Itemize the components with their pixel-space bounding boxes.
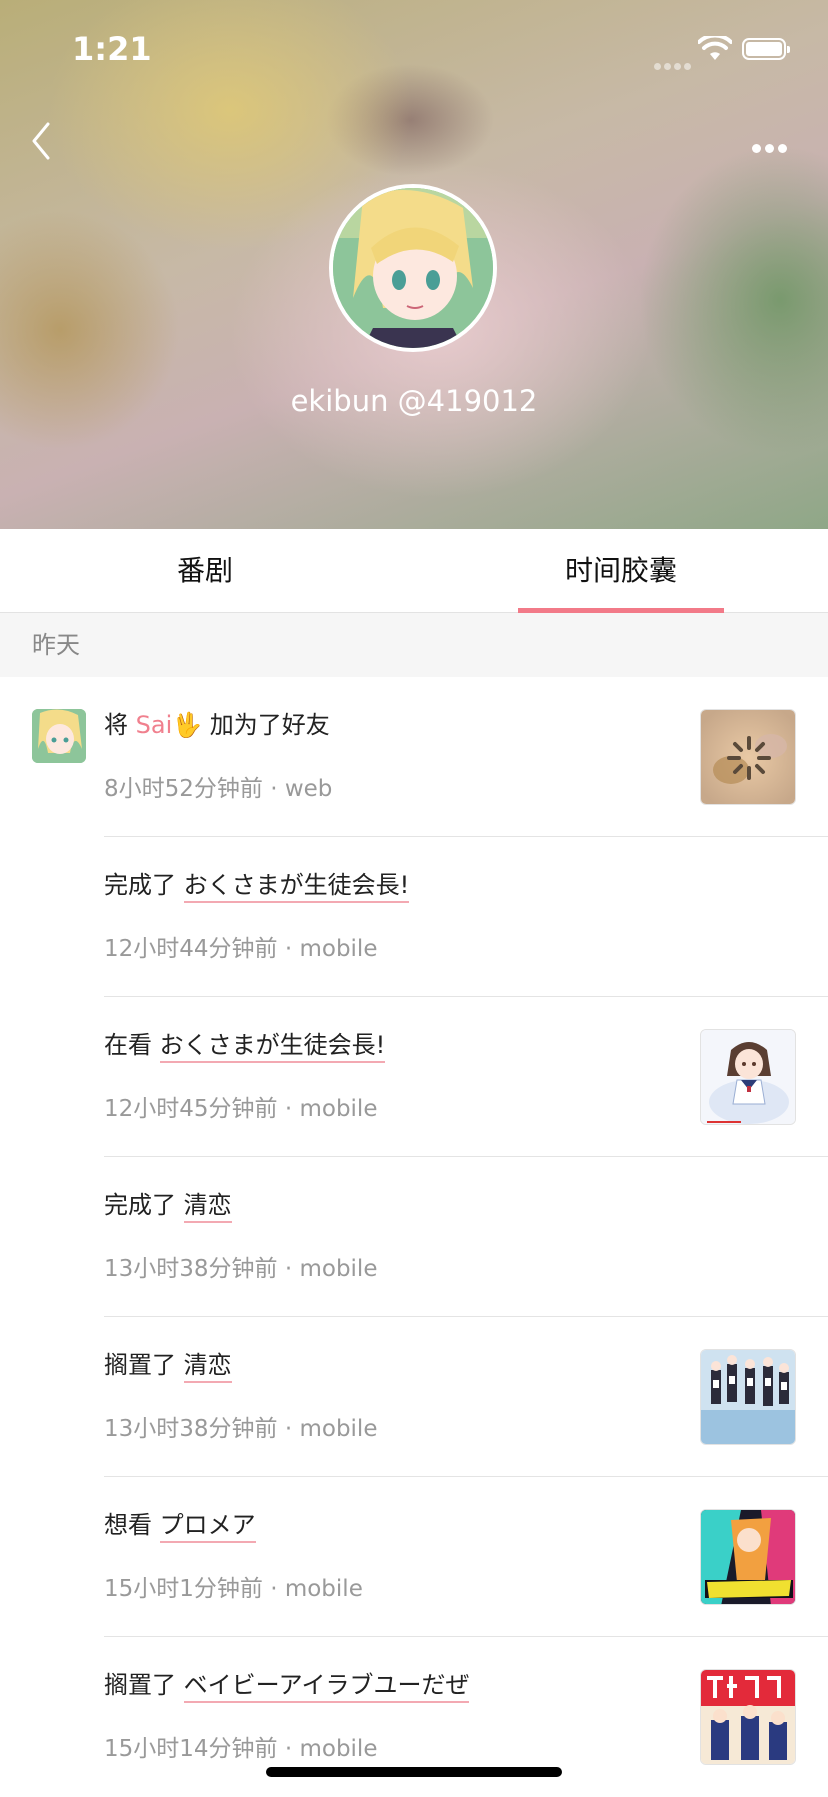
thumbnail[interactable] xyxy=(700,1349,796,1445)
tab-bar: 番剧 时间胶囊 xyxy=(0,529,828,613)
avatar[interactable] xyxy=(32,709,86,763)
timeline-item[interactable]: 在看 おくさまが生徒会長! 12小时45分钟前 · mobile xyxy=(0,997,828,1157)
section-header: 昨天 xyxy=(0,613,828,677)
timeline-item[interactable]: 想看 プロメア 15小时1分钟前 · mobile xyxy=(0,1477,828,1637)
timeline-title: 在看 おくさまが生徒会長! xyxy=(104,1025,386,1063)
timeline-meta: 13小时38分钟前 · mobile xyxy=(104,1256,378,1282)
avatar[interactable] xyxy=(329,184,497,352)
thumbnail[interactable] xyxy=(700,1509,796,1605)
action-text: 想看 xyxy=(104,1511,152,1539)
tab-time-capsule[interactable]: 时间胶囊 xyxy=(518,529,724,613)
status-time: 1:21 xyxy=(72,30,152,68)
home-indicator xyxy=(266,1767,562,1777)
timeline-title: 完成了 おくさまが生徒会長! xyxy=(104,865,410,903)
timeline-title: 搁置了 ベイビーアイラブユーだぜ xyxy=(104,1665,470,1703)
timeline-title: 完成了 清恋 xyxy=(104,1185,232,1223)
subject-link[interactable]: 清恋 xyxy=(183,1351,232,1383)
cellular-signal-icon xyxy=(654,55,694,74)
username: ekibun @419012 xyxy=(290,384,538,418)
timeline-meta: 12小时44分钟前 · mobile xyxy=(104,936,378,962)
subject-link[interactable]: プロメア xyxy=(159,1511,256,1543)
action-text: 搁置了 xyxy=(104,1351,176,1379)
wifi-icon xyxy=(698,36,732,60)
action-text: 完成了 xyxy=(104,1191,176,1219)
tab-anime[interactable]: 番剧 xyxy=(102,529,308,613)
profile-header: 1:21 ekibun @419012 xyxy=(0,0,828,529)
timeline-meta: 8小时52分钟前 · web xyxy=(104,776,333,802)
timeline-title: 将 Sai🖖 加为了好友 xyxy=(104,705,330,740)
thumbnail[interactable] xyxy=(700,709,796,805)
back-icon[interactable] xyxy=(28,120,56,162)
timeline-meta: 13小时38分钟前 · mobile xyxy=(104,1416,378,1442)
timeline-item[interactable]: 将 Sai🖖 加为了好友 8小时52分钟前 · web xyxy=(0,677,828,837)
subject-link[interactable]: 清恋 xyxy=(183,1191,232,1223)
timeline-title: 想看 プロメア xyxy=(104,1505,256,1543)
timeline-item[interactable]: 搁置了 清恋 13小时38分钟前 · mobile xyxy=(0,1317,828,1477)
more-icon[interactable] xyxy=(752,138,791,157)
thumbnail[interactable] xyxy=(700,1669,796,1765)
friend-link[interactable]: Sai🖖 xyxy=(136,711,203,739)
thumbnail[interactable] xyxy=(700,1029,796,1125)
action-text: 搁置了 xyxy=(104,1671,176,1699)
timeline-item[interactable]: 完成了 清恋 13小时38分钟前 · mobile xyxy=(0,1157,828,1317)
timeline-title: 搁置了 清恋 xyxy=(104,1345,232,1383)
subject-link[interactable]: おくさまが生徒会長! xyxy=(159,1031,386,1063)
action-text: 在看 xyxy=(104,1031,152,1059)
timeline-meta: 15小时1分钟前 · mobile xyxy=(104,1576,363,1602)
timeline-meta: 15小时14分钟前 · mobile xyxy=(104,1736,378,1762)
action-text: 完成了 xyxy=(104,871,176,899)
subject-link[interactable]: おくさまが生徒会長! xyxy=(183,871,410,903)
action-suffix: 加为了好友 xyxy=(209,711,330,739)
subject-link[interactable]: ベイビーアイラブユーだぜ xyxy=(183,1671,470,1703)
timeline-item[interactable]: 完成了 おくさまが生徒会長! 12小时44分钟前 · mobile xyxy=(0,837,828,997)
battery-icon xyxy=(742,38,790,60)
action-text: 将 xyxy=(104,711,128,739)
timeline-meta: 12小时45分钟前 · mobile xyxy=(104,1096,378,1122)
